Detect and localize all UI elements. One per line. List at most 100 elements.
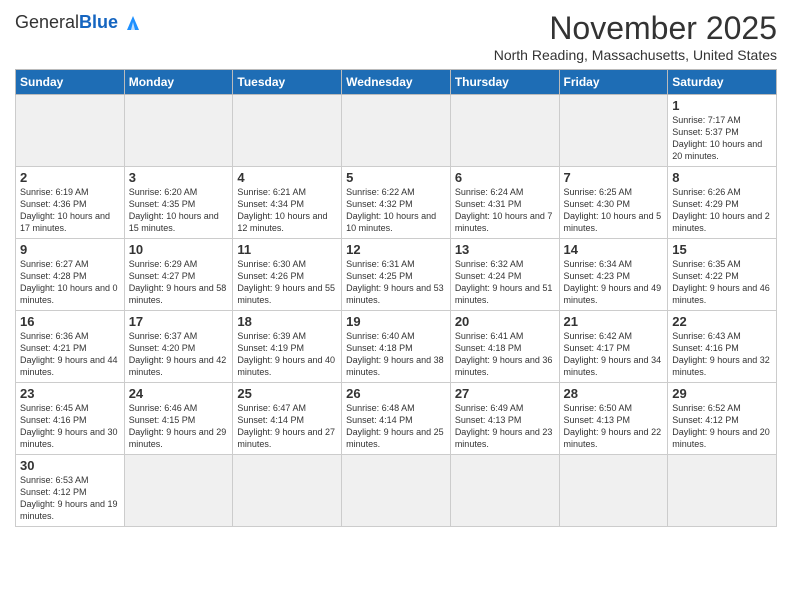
day-number: 17 [129,314,229,329]
table-row: 26Sunrise: 6:48 AM Sunset: 4:14 PM Dayli… [342,383,451,455]
day-info: Sunrise: 6:30 AM Sunset: 4:26 PM Dayligh… [237,258,337,307]
calendar-header-row: Sunday Monday Tuesday Wednesday Thursday… [16,70,777,95]
day-info: Sunrise: 6:42 AM Sunset: 4:17 PM Dayligh… [564,330,664,379]
table-row [233,455,342,527]
col-thursday: Thursday [450,70,559,95]
day-number: 20 [455,314,555,329]
table-row [559,455,668,527]
table-row [342,455,451,527]
day-info: Sunrise: 6:50 AM Sunset: 4:13 PM Dayligh… [564,402,664,451]
day-number: 29 [672,386,772,401]
table-row: 25Sunrise: 6:47 AM Sunset: 4:14 PM Dayli… [233,383,342,455]
col-tuesday: Tuesday [233,70,342,95]
day-number: 25 [237,386,337,401]
table-row: 11Sunrise: 6:30 AM Sunset: 4:26 PM Dayli… [233,239,342,311]
day-number: 7 [564,170,664,185]
day-info: Sunrise: 6:27 AM Sunset: 4:28 PM Dayligh… [20,258,120,307]
table-row: 12Sunrise: 6:31 AM Sunset: 4:25 PM Dayli… [342,239,451,311]
col-sunday: Sunday [16,70,125,95]
day-number: 23 [20,386,120,401]
day-number: 8 [672,170,772,185]
day-number: 2 [20,170,120,185]
table-row: 5Sunrise: 6:22 AM Sunset: 4:32 PM Daylig… [342,167,451,239]
table-row: 16Sunrise: 6:36 AM Sunset: 4:21 PM Dayli… [16,311,125,383]
day-number: 26 [346,386,446,401]
col-friday: Friday [559,70,668,95]
table-row [124,95,233,167]
table-row: 9Sunrise: 6:27 AM Sunset: 4:28 PM Daylig… [16,239,125,311]
day-info: Sunrise: 6:53 AM Sunset: 4:12 PM Dayligh… [20,474,120,523]
day-number: 27 [455,386,555,401]
table-row: 27Sunrise: 6:49 AM Sunset: 4:13 PM Dayli… [450,383,559,455]
table-row: 22Sunrise: 6:43 AM Sunset: 4:16 PM Dayli… [668,311,777,383]
day-number: 19 [346,314,446,329]
table-row: 10Sunrise: 6:29 AM Sunset: 4:27 PM Dayli… [124,239,233,311]
table-row: 3Sunrise: 6:20 AM Sunset: 4:35 PM Daylig… [124,167,233,239]
day-info: Sunrise: 6:26 AM Sunset: 4:29 PM Dayligh… [672,186,772,235]
col-saturday: Saturday [668,70,777,95]
logo: GeneralBlue [15,10,144,34]
day-number: 3 [129,170,229,185]
day-info: Sunrise: 6:29 AM Sunset: 4:27 PM Dayligh… [129,258,229,307]
day-info: Sunrise: 6:32 AM Sunset: 4:24 PM Dayligh… [455,258,555,307]
day-number: 11 [237,242,337,257]
table-row: 21Sunrise: 6:42 AM Sunset: 4:17 PM Dayli… [559,311,668,383]
table-row [16,95,125,167]
day-info: Sunrise: 6:25 AM Sunset: 4:30 PM Dayligh… [564,186,664,235]
table-row: 13Sunrise: 6:32 AM Sunset: 4:24 PM Dayli… [450,239,559,311]
table-row: 6Sunrise: 6:24 AM Sunset: 4:31 PM Daylig… [450,167,559,239]
day-number: 5 [346,170,446,185]
table-row: 23Sunrise: 6:45 AM Sunset: 4:16 PM Dayli… [16,383,125,455]
logo-general: General [15,12,79,32]
day-number: 18 [237,314,337,329]
day-number: 21 [564,314,664,329]
day-number: 30 [20,458,120,473]
table-row: 1Sunrise: 7:17 AM Sunset: 5:37 PM Daylig… [668,95,777,167]
day-number: 6 [455,170,555,185]
table-row: 7Sunrise: 6:25 AM Sunset: 4:30 PM Daylig… [559,167,668,239]
day-number: 28 [564,386,664,401]
day-info: Sunrise: 6:49 AM Sunset: 4:13 PM Dayligh… [455,402,555,451]
table-row [233,95,342,167]
table-row: 19Sunrise: 6:40 AM Sunset: 4:18 PM Dayli… [342,311,451,383]
table-row [124,455,233,527]
day-info: Sunrise: 6:35 AM Sunset: 4:22 PM Dayligh… [672,258,772,307]
subtitle: North Reading, Massachusetts, United Sta… [494,47,777,63]
day-info: Sunrise: 6:21 AM Sunset: 4:34 PM Dayligh… [237,186,337,235]
table-row: 2Sunrise: 6:19 AM Sunset: 4:36 PM Daylig… [16,167,125,239]
day-info: Sunrise: 6:40 AM Sunset: 4:18 PM Dayligh… [346,330,446,379]
table-row: 29Sunrise: 6:52 AM Sunset: 4:12 PM Dayli… [668,383,777,455]
day-number: 14 [564,242,664,257]
table-row [559,95,668,167]
logo-blue: Blue [79,12,118,32]
day-number: 10 [129,242,229,257]
page: GeneralBlue November 2025 North Reading,… [0,0,792,612]
day-number: 12 [346,242,446,257]
day-number: 24 [129,386,229,401]
day-info: Sunrise: 6:45 AM Sunset: 4:16 PM Dayligh… [20,402,120,451]
day-info: Sunrise: 6:39 AM Sunset: 4:19 PM Dayligh… [237,330,337,379]
day-info: Sunrise: 6:37 AM Sunset: 4:20 PM Dayligh… [129,330,229,379]
month-title: November 2025 [494,10,777,47]
day-number: 13 [455,242,555,257]
day-info: Sunrise: 7:17 AM Sunset: 5:37 PM Dayligh… [672,114,772,163]
day-info: Sunrise: 6:36 AM Sunset: 4:21 PM Dayligh… [20,330,120,379]
day-info: Sunrise: 6:19 AM Sunset: 4:36 PM Dayligh… [20,186,120,235]
day-info: Sunrise: 6:41 AM Sunset: 4:18 PM Dayligh… [455,330,555,379]
header: GeneralBlue November 2025 North Reading,… [15,10,777,63]
day-info: Sunrise: 6:34 AM Sunset: 4:23 PM Dayligh… [564,258,664,307]
title-section: November 2025 North Reading, Massachuset… [494,10,777,63]
table-row: 28Sunrise: 6:50 AM Sunset: 4:13 PM Dayli… [559,383,668,455]
day-info: Sunrise: 6:46 AM Sunset: 4:15 PM Dayligh… [129,402,229,451]
day-number: 9 [20,242,120,257]
table-row: 8Sunrise: 6:26 AM Sunset: 4:29 PM Daylig… [668,167,777,239]
calendar: Sunday Monday Tuesday Wednesday Thursday… [15,69,777,527]
day-info: Sunrise: 6:43 AM Sunset: 4:16 PM Dayligh… [672,330,772,379]
table-row: 4Sunrise: 6:21 AM Sunset: 4:34 PM Daylig… [233,167,342,239]
table-row: 15Sunrise: 6:35 AM Sunset: 4:22 PM Dayli… [668,239,777,311]
table-row [668,455,777,527]
day-number: 22 [672,314,772,329]
logo-icon: GeneralBlue [15,10,144,34]
day-info: Sunrise: 6:31 AM Sunset: 4:25 PM Dayligh… [346,258,446,307]
logo-text: GeneralBlue [15,13,118,31]
